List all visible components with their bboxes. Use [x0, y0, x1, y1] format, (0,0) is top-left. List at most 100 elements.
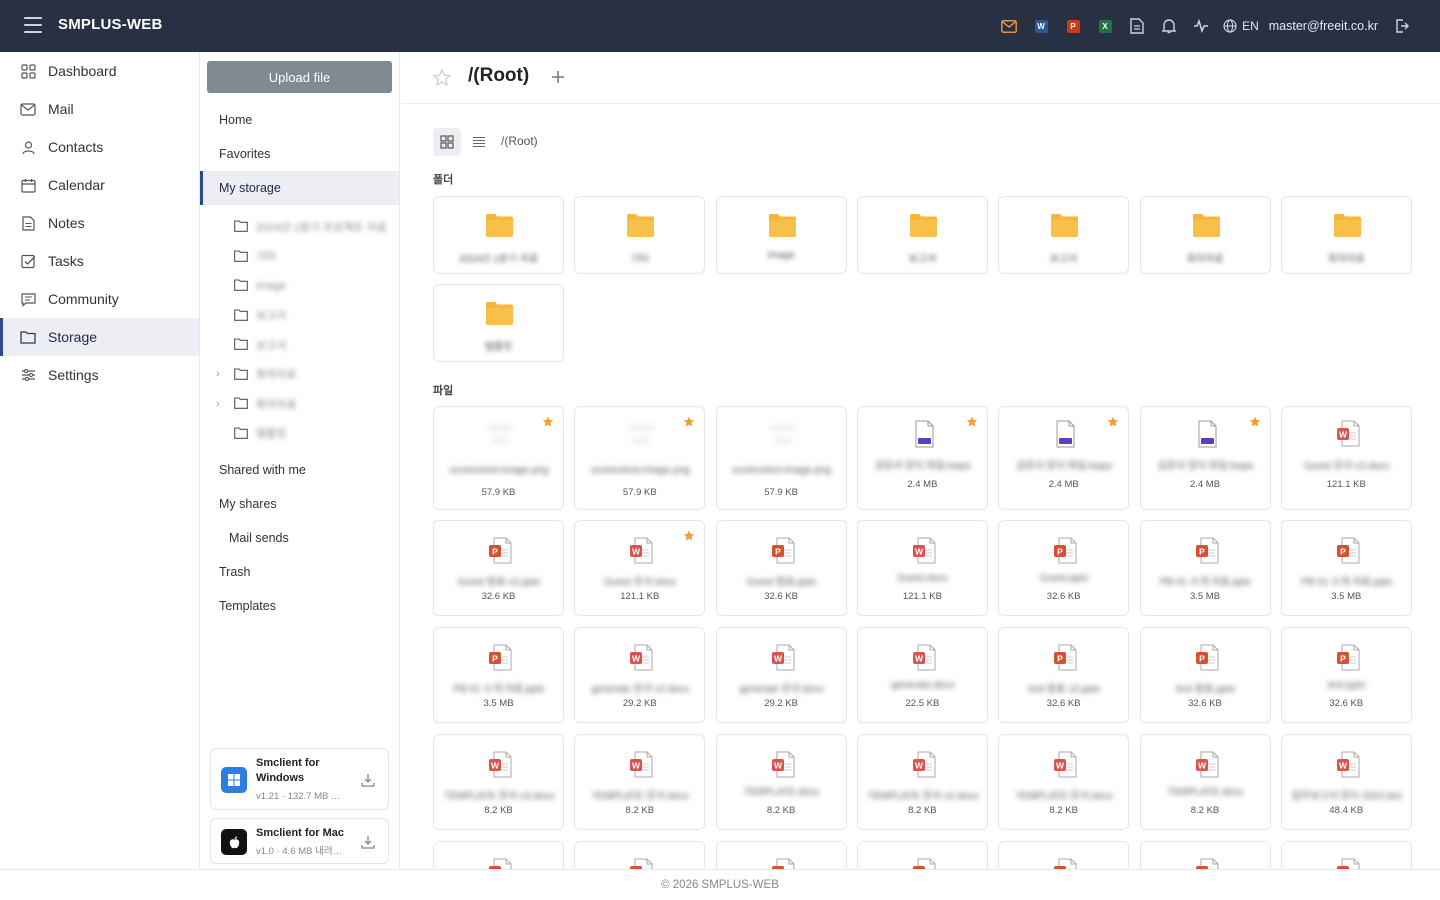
language-selector[interactable]: EN — [1223, 19, 1259, 33]
favorite-star-icon[interactable] — [542, 416, 554, 428]
folder-card[interactable]: 회의자료 — [1280, 196, 1412, 274]
folder-card[interactable]: image — [715, 196, 847, 274]
mail-notification-icon[interactable] — [993, 10, 1025, 42]
file-card[interactable]: W 업무보고서 양식 2024.docx 48.4 KB — [1280, 734, 1412, 830]
add-icon[interactable] — [548, 67, 568, 87]
list-view-toggle[interactable] — [465, 128, 493, 156]
folder-card[interactable]: 보고서 — [998, 196, 1130, 274]
tree-folder-row[interactable]: 보고서 — [200, 330, 399, 359]
storage-link-my-storage[interactable]: My storage — [200, 171, 399, 205]
file-card[interactable]: W TEMPLATE 문서.docx 8.2 KB — [998, 734, 1130, 830]
svg-text:W: W — [1197, 761, 1206, 771]
folder-card[interactable]: 보고서 — [856, 196, 988, 274]
tree-folder-row[interactable]: › 회의자료 — [200, 360, 399, 389]
nav-item-mail[interactable]: Mail — [0, 90, 199, 128]
activity-icon[interactable] — [1185, 10, 1217, 42]
file-card[interactable]: P PB 01 소개 자료.pptx 3.5 MB — [1139, 520, 1271, 616]
file-card[interactable]: W TEMPLATE 문서.docx 8.2 KB — [574, 734, 706, 830]
file-card[interactable]: ▭▭▭ ▭▭ screenshot-image.png 57.9 KB — [574, 406, 706, 510]
grid-view-toggle[interactable] — [433, 128, 461, 156]
download-mac-client[interactable]: Smclient for Mac v1.0 · 4.6 MB 내려받기 — [210, 818, 389, 864]
tree-folder-row[interactable]: 2024년 1분기 프로젝트 자료 — [200, 212, 399, 241]
file-card[interactable]: P Guest.pptx 32.6 KB — [998, 520, 1130, 616]
folder-card[interactable]: 회의자료 — [1139, 196, 1271, 274]
download-icon[interactable] — [360, 772, 376, 788]
storage-link-home[interactable]: Home — [200, 103, 399, 137]
document-icon[interactable] — [1121, 10, 1153, 42]
nav-item-tasks[interactable]: Tasks — [0, 242, 199, 280]
storage-link-shared-with-me[interactable]: Shared with me — [200, 453, 399, 487]
file-card[interactable]: ▭▭▭ ▭▭ screenshot-image.png 57.9 KB — [433, 406, 564, 510]
tree-folder-row[interactable]: image — [200, 271, 399, 300]
file-card[interactable]: W Guest.docx 121.1 KB — [856, 520, 988, 616]
nav-item-calendar[interactable]: Calendar — [0, 166, 199, 204]
bell-icon[interactable] — [1153, 10, 1185, 42]
file-card[interactable]: P — [574, 841, 706, 869]
file-card[interactable]: 공문서 양식 파일.hwpx 2.4 MB — [856, 406, 988, 510]
app-brand[interactable]: SMPLUS-WEB — [58, 16, 163, 33]
tree-folder-row[interactable]: 템플릿 — [200, 419, 399, 448]
file-card[interactable]: Ptest 발표.pptx 32.6 KB — [1139, 627, 1271, 723]
folder-card[interactable]: 2024년 1분기 자료 — [433, 196, 564, 274]
download-windows-client[interactable]: Smclient for Windows v1.21 · 132.7 MB 내려… — [210, 748, 389, 810]
file-card[interactable]: P — [1280, 841, 1412, 869]
tree-folder-row[interactable]: 보고서 — [200, 301, 399, 330]
favorite-star-icon[interactable] — [1249, 416, 1261, 428]
favorite-star-icon[interactable] — [683, 416, 695, 428]
file-card[interactable]: P — [856, 841, 988, 869]
folder-card[interactable]: 템플릿 — [433, 284, 564, 362]
excel-app-icon[interactable]: X — [1089, 10, 1121, 42]
user-email[interactable]: master@freeit.co.kr — [1269, 19, 1378, 33]
chevron-right-icon[interactable]: › — [216, 398, 220, 410]
file-card[interactable]: P PB 01 소개 자료.pptx 3.5 MB — [1280, 520, 1412, 616]
nav-item-notes[interactable]: Notes — [0, 204, 199, 242]
nav-item-contacts[interactable]: Contacts — [0, 128, 199, 166]
nav-item-dashboard[interactable]: Dashboard — [0, 52, 199, 90]
file-card[interactable]: Wgenerate 문서 v2.docx 29.2 KB — [574, 627, 706, 723]
file-card[interactable]: P — [998, 841, 1130, 869]
file-card[interactable]: W Guest 문서.docx 121.1 KB — [574, 520, 706, 616]
storage-link-favorites[interactable]: Favorites — [200, 137, 399, 171]
folder-card[interactable]: 기타 — [574, 196, 706, 274]
file-card[interactable]: 공문서 양식 파일.hwpx 2.4 MB — [1139, 406, 1271, 510]
file-card[interactable]: P Guest 발표 v2.pptx 32.6 KB — [433, 520, 564, 616]
file-card[interactable]: W TEMPLATE 문서 v2.docx 8.2 KB — [856, 734, 988, 830]
tree-folder-row[interactable]: 기타 — [200, 242, 399, 271]
logout-icon[interactable] — [1386, 10, 1418, 42]
file-card[interactable]: P Guest 발표.pptx 32.6 KB — [715, 520, 847, 616]
file-card[interactable]: P — [1139, 841, 1271, 869]
chevron-right-icon[interactable]: › — [216, 368, 220, 380]
favorite-star-icon[interactable] — [966, 416, 978, 428]
file-card[interactable]: W TEMPLATE.docx 8.2 KB — [1139, 734, 1271, 830]
file-card[interactable]: 공문서 양식 파일.hwpx 2.4 MB — [998, 406, 1130, 510]
tree-folder-row[interactable]: › 회의자료 — [200, 389, 399, 418]
file-card[interactable]: P PB 01 소개 자료.pptx 3.5 MB — [433, 627, 564, 723]
file-card[interactable]: Wgenerate.docx 22.5 KB — [856, 627, 988, 723]
word-app-icon[interactable]: W — [1025, 10, 1057, 42]
file-card[interactable]: Ptest 발표 v2.pptx 32.6 KB — [998, 627, 1130, 723]
file-card[interactable]: Wgenerate 문서.docx 29.2 KB — [715, 627, 847, 723]
powerpoint-app-icon[interactable]: P — [1057, 10, 1089, 42]
powerpoint-file-icon: P — [1050, 857, 1080, 869]
favorite-star-icon[interactable] — [1107, 416, 1119, 428]
menu-icon[interactable] — [24, 17, 42, 33]
storage-link-trash[interactable]: Trash — [200, 555, 399, 589]
favorite-star-icon[interactable] — [432, 68, 452, 88]
file-card[interactable]: Ptest.pptx 32.6 KB — [1280, 627, 1412, 723]
nav-item-settings[interactable]: Settings — [0, 356, 199, 394]
file-card[interactable]: W TEMPLATE 문서 v3.docx 8.2 KB — [433, 734, 564, 830]
download-icon[interactable] — [360, 834, 376, 850]
nav-item-storage[interactable]: Storage — [0, 318, 199, 356]
upload-file-button[interactable]: Upload file — [207, 61, 392, 93]
file-card[interactable]: ▭▭▭ ▭▭ screenshot-image.png 57.9 KB — [715, 406, 847, 510]
nav-item-community[interactable]: Community — [0, 280, 199, 318]
storage-link-my-shares[interactable]: My shares — [200, 487, 399, 521]
favorite-star-icon[interactable] — [683, 530, 695, 542]
storage-link-mail-sends[interactable]: Mail sends — [200, 521, 399, 555]
breadcrumb[interactable]: /(Root) — [501, 134, 538, 148]
file-card[interactable]: P — [433, 841, 564, 869]
file-card[interactable]: W TEMPLATE.docx 8.2 KB — [715, 734, 847, 830]
file-card[interactable]: P — [715, 841, 847, 869]
file-card[interactable]: W Guest 문서 v2.docx 121.1 KB — [1280, 406, 1412, 510]
storage-link-templates[interactable]: Templates — [200, 589, 399, 623]
